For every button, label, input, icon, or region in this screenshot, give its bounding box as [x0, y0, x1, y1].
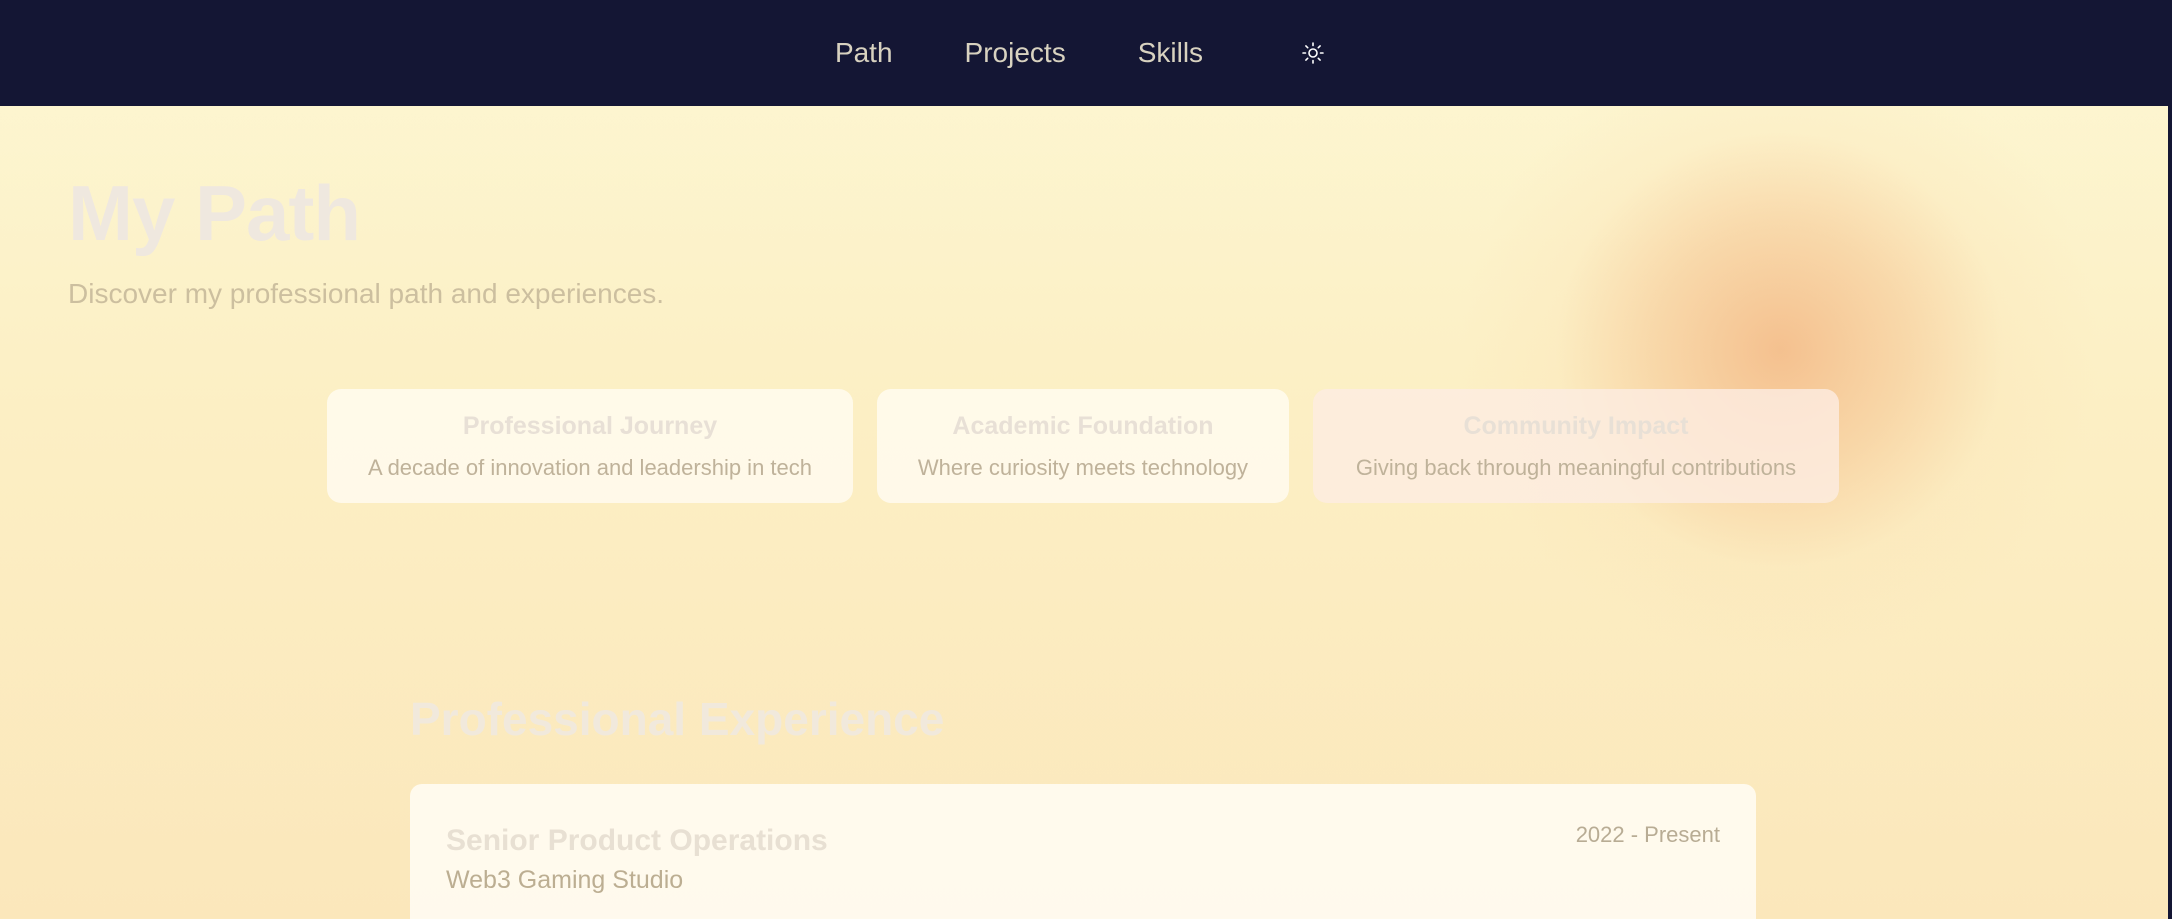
- background-glow: [1460, 40, 2100, 660]
- card-academic-foundation[interactable]: Academic Foundation Where curiosity meet…: [877, 389, 1289, 503]
- experience-role: Senior Product Operations: [446, 824, 828, 857]
- card-professional-journey[interactable]: Professional Journey A decade of innovat…: [327, 389, 853, 503]
- page-subtitle: Discover my professional path and experi…: [68, 278, 665, 309]
- card-title: Professional Journey: [462, 411, 718, 440]
- card-description: A decade of innovation and leadership in…: [368, 454, 812, 480]
- scrollbar-track[interactable]: [2168, 0, 2172, 919]
- top-navbar: Path Projects Skills: [0, 0, 2168, 106]
- card-description: Giving back through meaningful contribut…: [1355, 454, 1797, 480]
- card-title: Community Impact: [1463, 411, 1689, 440]
- card-description: Where curiosity meets technology: [917, 454, 1249, 480]
- experience-card: Senior Product Operations Web3 Gaming St…: [410, 784, 1756, 919]
- nav-link-skills[interactable]: Skills: [1138, 37, 1203, 69]
- card-community-impact[interactable]: Community Impact Giving back through mea…: [1313, 389, 1839, 503]
- nav-link-path[interactable]: Path: [835, 37, 893, 69]
- section-title-experience: Professional Experience: [410, 693, 945, 745]
- page-title: My Path: [68, 169, 361, 257]
- experience-dates: 2022 - Present: [1575, 822, 1720, 847]
- nav-link-projects[interactable]: Projects: [965, 37, 1066, 69]
- card-title: Academic Foundation: [952, 411, 1214, 440]
- sun-icon: [1302, 42, 1324, 64]
- theme-toggle-button[interactable]: [1293, 33, 1333, 73]
- experience-company: Web3 Gaming Studio: [446, 866, 684, 894]
- highlight-cards: Professional Journey A decade of innovat…: [327, 389, 1839, 503]
